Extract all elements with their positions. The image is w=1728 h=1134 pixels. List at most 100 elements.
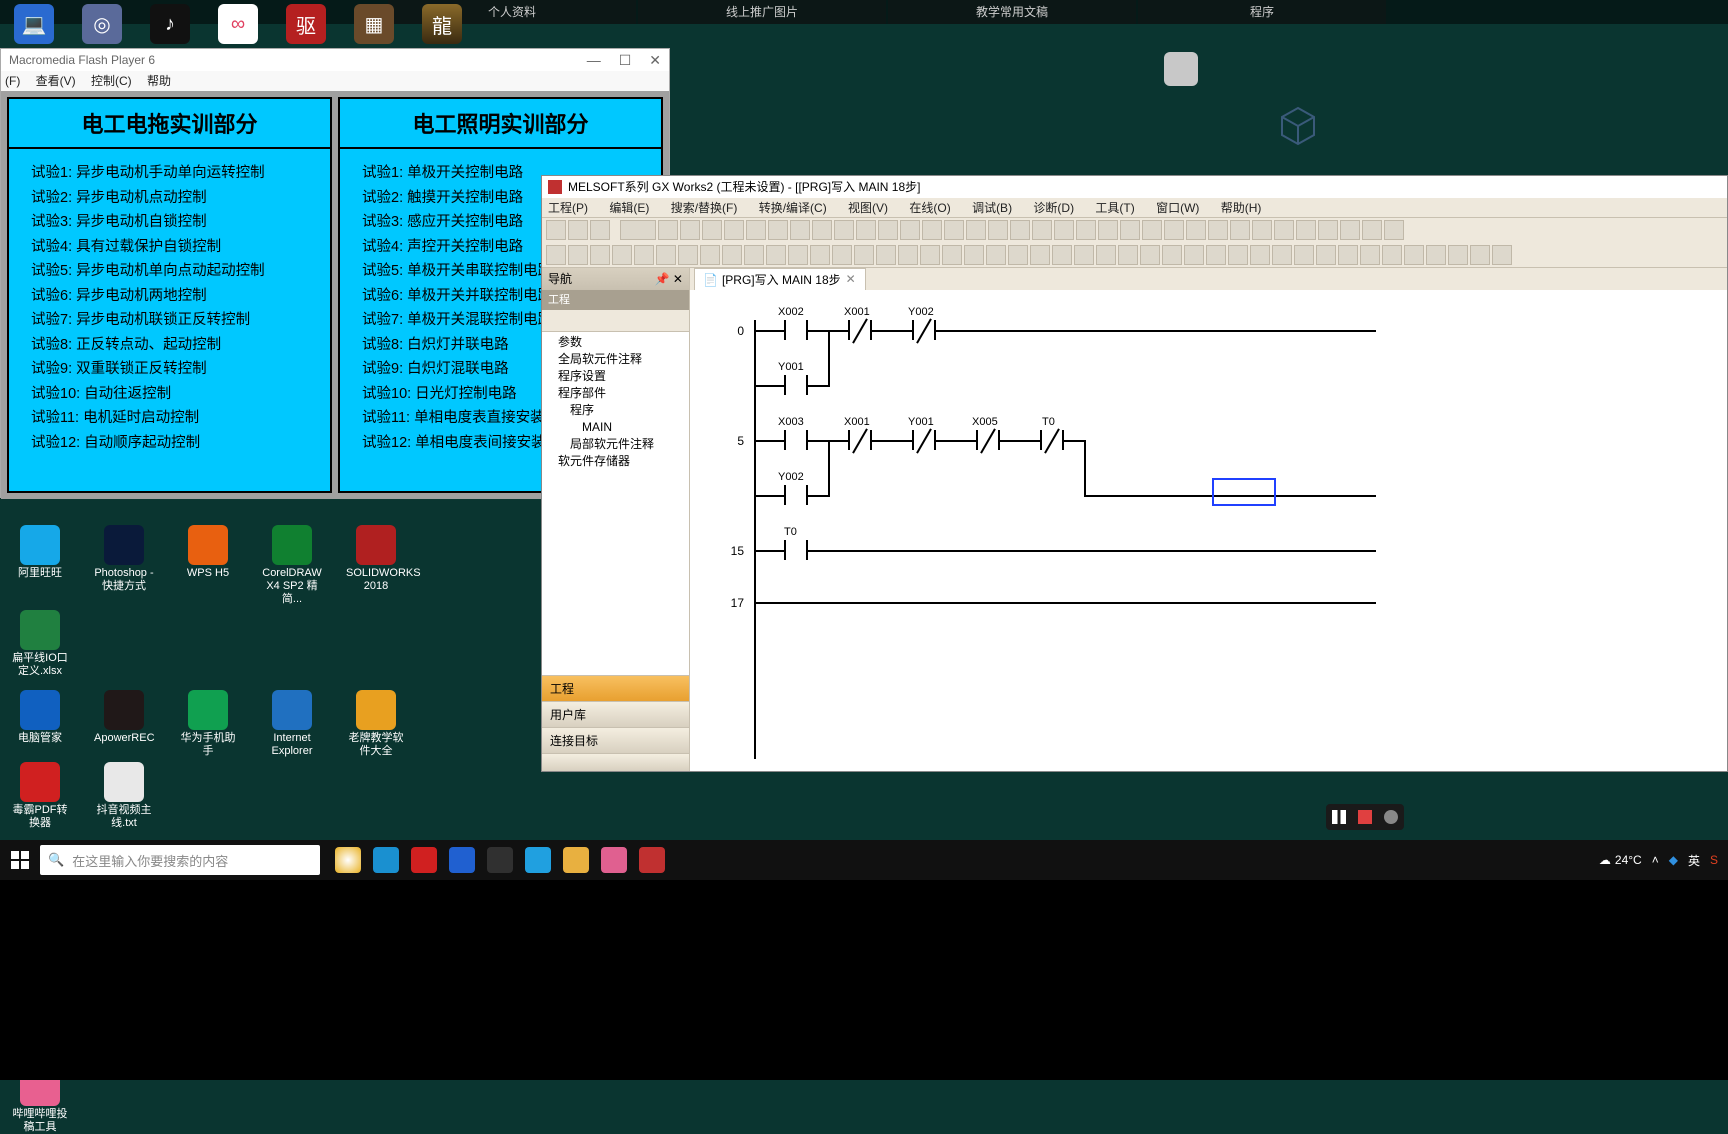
top-menu-docs[interactable]: 教学常用文稿 [888,0,1136,24]
tb-button[interactable] [546,245,566,265]
tb-button[interactable] [790,220,810,240]
tb-button[interactable] [746,220,766,240]
tray-sogou-icon[interactable]: S [1710,853,1718,867]
exp-item[interactable]: 试验11: 电机延时启动控制 [31,406,308,431]
tb-button[interactable] [1272,245,1292,265]
recorder-record-icon[interactable] [1384,810,1398,824]
tb-button[interactable] [1362,220,1382,240]
tb-button[interactable] [920,245,940,265]
gx-menubar[interactable]: 工程(P) 编辑(E) 搜索/替换(F) 转换/编译(C) 视图(V) 在线(O… [542,198,1727,218]
tb-button[interactable] [876,245,896,265]
tb-button[interactable] [1404,245,1424,265]
taskbar-app-pink[interactable] [596,842,632,878]
shortcut-tiktok-icon[interactable]: ♪ [150,4,190,44]
contact-nc[interactable] [1040,430,1064,450]
taskbar-app-explorer[interactable] [558,842,594,878]
tb-button[interactable] [1252,220,1272,240]
exp-item[interactable]: 试验8: 正反转点动、起动控制 [31,333,308,358]
tb-button[interactable] [1448,245,1468,265]
tb-button[interactable] [658,220,678,240]
tb-button[interactable] [680,220,700,240]
gx-menu-compile[interactable]: 转换/编译(C) [759,201,827,215]
tb-button[interactable] [942,245,962,265]
flash-max-icon[interactable]: ☐ [619,49,632,71]
ladder-editor[interactable]: 📄 [PRG]写入 MAIN 18步 ✕ 0 5 15 17 X002 X001 [690,268,1727,771]
tb-button[interactable] [854,245,874,265]
contact-no[interactable] [784,320,808,340]
nav-section-extra[interactable] [542,753,689,771]
tb-button[interactable] [1140,245,1160,265]
shortcut-folder-icon[interactable]: ▦ [354,4,394,44]
tb-button[interactable] [1096,245,1116,265]
tb-button[interactable] [812,220,832,240]
tb-button[interactable] [656,245,676,265]
tb-button[interactable] [1032,220,1052,240]
desktop-icon[interactable]: ApowerREC [94,690,154,758]
tb-button[interactable] [856,220,876,240]
recorder-pause-icon[interactable] [1332,810,1346,824]
tb-button[interactable] [1010,220,1030,240]
tb-button[interactable] [898,245,918,265]
flash-menu-view[interactable]: 查看(V) [36,74,76,88]
gx-menu-help[interactable]: 帮助(H) [1221,201,1262,215]
editor-tab-main[interactable]: 📄 [PRG]写入 MAIN 18步 ✕ [694,268,866,290]
exp-item[interactable]: 试验1: 异步电动机手动单向运转控制 [31,161,308,186]
tb-new-icon[interactable] [546,220,566,240]
tb-button[interactable] [788,245,808,265]
tb-button[interactable] [1186,220,1206,240]
exp-item[interactable]: 试验12: 自动顺序起动控制 [31,431,308,456]
tb-button[interactable] [678,245,698,265]
nav-section-project[interactable]: 工程 [542,675,689,701]
taskbar-app-flash[interactable] [482,842,518,878]
nav-section-connection[interactable]: 连接目标 [542,727,689,753]
flash-menubar[interactable]: (F) 查看(V) 控制(C) 帮助 [1,71,669,91]
tb-button[interactable] [1316,245,1336,265]
taskbar-app-browser2[interactable] [520,842,556,878]
gx-menu-online[interactable]: 在线(O) [909,201,950,215]
tb-save-icon[interactable] [590,220,610,240]
tb-button[interactable] [832,245,852,265]
exp-item[interactable]: 试验4: 具有过载保护自锁控制 [31,235,308,260]
tb-button[interactable] [702,220,722,240]
tb-button[interactable] [1296,220,1316,240]
contact-nc[interactable] [848,430,872,450]
desktop-icon[interactable]: Internet Explorer [262,690,322,758]
tab-close-icon[interactable]: ✕ [845,274,857,286]
taskbar-app-pdf[interactable] [406,842,442,878]
tray-shield-icon[interactable]: ◆ [1669,853,1678,867]
tb-button[interactable] [900,220,920,240]
tb-button[interactable] [964,245,984,265]
desktop-icon[interactable]: 阿里旺旺 [10,525,70,606]
tb-button[interactable] [1184,245,1204,265]
exp-item[interactable]: 试验9: 双重联锁正反转控制 [31,357,308,382]
taskbar-app-edge[interactable] [368,842,404,878]
tb-button[interactable] [1492,245,1512,265]
taskbar-app-gx[interactable] [634,842,670,878]
tb-button[interactable] [1118,245,1138,265]
shortcut-laptop-icon[interactable]: 💻 [14,4,54,44]
tb-button[interactable] [744,245,764,265]
tree-global-comment[interactable]: 全局软元件注释 [544,351,687,368]
tb-button[interactable] [612,245,632,265]
desktop-icon[interactable]: 抖音视频主线.txt [94,762,154,830]
tb-button[interactable] [1164,220,1184,240]
screen-recorder-controls[interactable] [1326,804,1404,830]
gx-menu-view[interactable]: 视图(V) [848,201,888,215]
tb-button[interactable] [878,220,898,240]
desktop-icon[interactable]: Photoshop - 快捷方式 [94,525,154,606]
gx-titlebar[interactable]: MELSOFT系列 GX Works2 (工程未设置) - [[PRG]写入 M… [542,176,1727,198]
desktop-icon[interactable]: SOLIDWORKS 2018 [346,525,406,606]
tray-chevron-icon[interactable]: ˄ [1652,853,1659,867]
tree-program[interactable]: 程序 [544,402,687,419]
contact-no[interactable] [784,375,808,395]
tb-button[interactable] [1382,245,1402,265]
floating-widget-icon[interactable] [1164,52,1198,86]
tb-button[interactable] [724,220,744,240]
tb-button[interactable] [1294,245,1314,265]
ladder-cursor[interactable] [1212,478,1276,506]
shortcut-driver-icon[interactable]: 驱 [286,4,326,44]
tb-button[interactable] [1230,220,1250,240]
tb-button[interactable] [1384,220,1404,240]
tree-prog-parts[interactable]: 程序部件 [544,385,687,402]
shortcut-dragon-icon[interactable]: 龍 [422,4,462,44]
